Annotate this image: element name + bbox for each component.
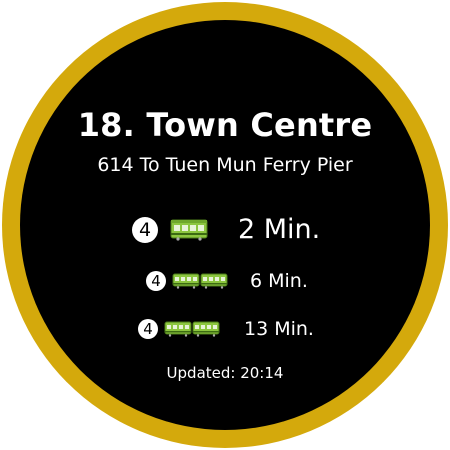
stop-title: 18. Town Centre: [77, 106, 373, 144]
route-badge: 4: [146, 271, 166, 291]
arrival-time: 6 Min.: [250, 270, 308, 292]
route-badge: 4: [132, 216, 158, 243]
light-rail-single-car-icon: [170, 219, 208, 241]
light-rail-two-car-icon: [164, 321, 220, 337]
arrival-time: 13 Min.: [244, 318, 314, 340]
watch-bezel: 18. Town Centre 614 To Tuen Mun Ferry Pi…: [2, 2, 448, 448]
route-badge: 4: [138, 319, 158, 339]
watch-face: 18. Town Centre 614 To Tuen Mun Ferry Pi…: [20, 20, 430, 430]
arrival-row-3: 4 13 Min.: [138, 318, 314, 340]
light-rail-two-car-icon: [172, 273, 228, 289]
arrival-time: 2 Min.: [238, 214, 321, 245]
route-destination: 614 To Tuen Mun Ferry Pier: [97, 154, 353, 176]
last-updated: Updated: 20:14: [166, 364, 284, 382]
arrival-row-2: 4 6 Min.: [146, 270, 308, 292]
arrival-row-1: 4 2 Min.: [132, 214, 320, 245]
